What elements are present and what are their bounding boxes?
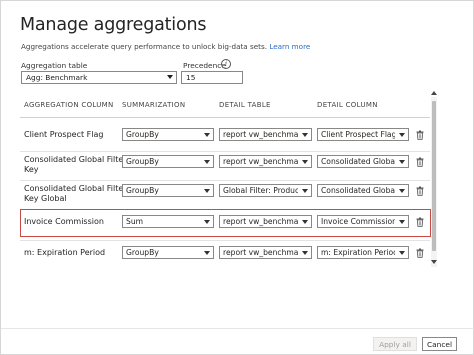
- chevron-down-icon: [399, 133, 405, 137]
- header-detail-column: DETAIL COLUMN: [317, 101, 378, 109]
- learn-more-link[interactable]: Learn more: [269, 42, 310, 51]
- detail-column-value: Invoice Commission: [321, 217, 395, 226]
- row-label-line: Client Prospect Flag: [24, 130, 104, 139]
- detail-column-value: Client Prospect Flag: [321, 130, 395, 139]
- trash-icon[interactable]: [416, 186, 424, 196]
- detail-table-value: report vw_benchmar...: [223, 157, 298, 166]
- trash-icon[interactable]: [416, 130, 424, 140]
- chevron-down-icon: [302, 133, 308, 137]
- apply-all-button[interactable]: Apply all: [373, 337, 417, 351]
- precedence-label: Precedence: [183, 61, 226, 70]
- info-icon[interactable]: i: [221, 59, 231, 69]
- detail-table-select[interactable]: Global Filter: Produc...: [219, 184, 312, 197]
- aggregation-table-value: Agg: Benchmark: [26, 73, 88, 82]
- header-detail-table: DETAIL TABLE: [219, 101, 271, 109]
- chevron-down-icon: [302, 220, 308, 224]
- row-label-line: Invoice Commission: [24, 217, 104, 226]
- summarization-select[interactable]: Sum: [122, 215, 214, 228]
- chevron-down-icon: [204, 160, 210, 164]
- detail-column-value: Consolidated Global...: [321, 157, 395, 166]
- trash-icon[interactable]: [416, 248, 424, 258]
- row-label-line: Key Global: [24, 194, 67, 203]
- row-label-line: Key: [24, 165, 39, 174]
- chevron-down-icon: [204, 251, 210, 255]
- detail-column-select[interactable]: Consolidated Global...: [317, 155, 409, 168]
- chevron-down-icon: [302, 189, 308, 193]
- cancel-button[interactable]: Cancel: [422, 337, 457, 351]
- footer-divider: [1, 328, 474, 329]
- scroll-up-arrow-icon[interactable]: [431, 91, 437, 95]
- row-label-line: Consolidated Global Filter: [24, 184, 127, 193]
- summarization-value: GroupBy: [126, 186, 159, 195]
- chevron-down-icon: [302, 251, 308, 255]
- summarization-select[interactable]: GroupBy: [122, 128, 214, 141]
- summarization-value: GroupBy: [126, 248, 159, 257]
- chevron-down-icon: [204, 189, 210, 193]
- row-divider: [20, 180, 430, 181]
- row-aggregation-column: Consolidated Global Filter Key: [24, 155, 127, 175]
- summarization-select[interactable]: GroupBy: [122, 155, 214, 168]
- row-aggregation-column: Invoice Commission: [24, 217, 104, 227]
- header-summarization: SUMMARIZATION: [122, 101, 186, 109]
- scrollbar-thumb[interactable]: [432, 101, 436, 251]
- chevron-down-icon: [204, 133, 210, 137]
- chevron-down-icon: [204, 220, 210, 224]
- row-aggregation-column: m: Expiration Period: [24, 248, 105, 258]
- detail-column-select[interactable]: Invoice Commission: [317, 215, 409, 228]
- detail-table-select[interactable]: report vw_benchmar...: [219, 128, 312, 141]
- detail-table-value: report vw_benchmar...: [223, 248, 298, 257]
- summarization-value: GroupBy: [126, 157, 159, 166]
- aggregation-table-select[interactable]: Agg: Benchmark: [21, 71, 177, 84]
- summarization-select[interactable]: GroupBy: [122, 184, 214, 197]
- chevron-down-icon: [399, 160, 405, 164]
- detail-column-value: m: Expiration Period: [321, 248, 395, 257]
- chevron-down-icon: [167, 75, 173, 79]
- trash-icon[interactable]: [416, 157, 424, 167]
- scroll-down-arrow-icon[interactable]: [431, 260, 437, 264]
- detail-table-value: report vw_benchmar...: [223, 217, 298, 226]
- chevron-down-icon: [399, 189, 405, 193]
- detail-column-select[interactable]: m: Expiration Period: [317, 246, 409, 259]
- description-text: Aggregations accelerate query performanc…: [21, 42, 268, 51]
- detail-column-select[interactable]: Client Prospect Flag: [317, 128, 409, 141]
- summarization-select[interactable]: GroupBy: [122, 246, 214, 259]
- precedence-input[interactable]: 15: [181, 71, 243, 84]
- row-aggregation-column: Client Prospect Flag: [24, 130, 103, 140]
- detail-table-select[interactable]: report vw_benchmar...: [219, 155, 312, 168]
- chevron-down-icon: [399, 251, 405, 255]
- row-aggregation-column: Consolidated Global Filter Key Global: [24, 184, 127, 204]
- aggregation-table-label: Aggregation table: [21, 61, 88, 70]
- detail-table-select[interactable]: report vw_benchmar...: [219, 215, 312, 228]
- row-label-line: m: Expiration Period: [24, 248, 106, 257]
- dialog-title: Manage aggregations: [20, 15, 207, 35]
- header-divider: [20, 117, 430, 118]
- aggregations-grid: AGGREGATION COLUMN SUMMARIZATION DETAIL …: [18, 96, 431, 266]
- detail-table-value: report vw_benchmar...: [223, 130, 298, 139]
- detail-column-value: Consolidated Global...: [321, 186, 395, 195]
- detail-column-select[interactable]: Consolidated Global...: [317, 184, 409, 197]
- summarization-value: GroupBy: [126, 130, 159, 139]
- detail-table-value: Global Filter: Produc...: [223, 186, 298, 195]
- row-label-line: Consolidated Global Filter: [24, 155, 127, 164]
- detail-table-select[interactable]: report vw_benchmar...: [219, 246, 312, 259]
- trash-icon[interactable]: [416, 217, 424, 227]
- header-aggregation-column: AGGREGATION COLUMN: [24, 101, 114, 109]
- chevron-down-icon: [399, 220, 405, 224]
- dialog-description: Aggregations accelerate query performanc…: [21, 42, 310, 51]
- dialog: Manage aggregations Aggregations acceler…: [0, 0, 474, 355]
- row-divider: [20, 151, 430, 152]
- row-divider: [20, 240, 430, 241]
- chevron-down-icon: [302, 160, 308, 164]
- summarization-value: Sum: [126, 217, 144, 226]
